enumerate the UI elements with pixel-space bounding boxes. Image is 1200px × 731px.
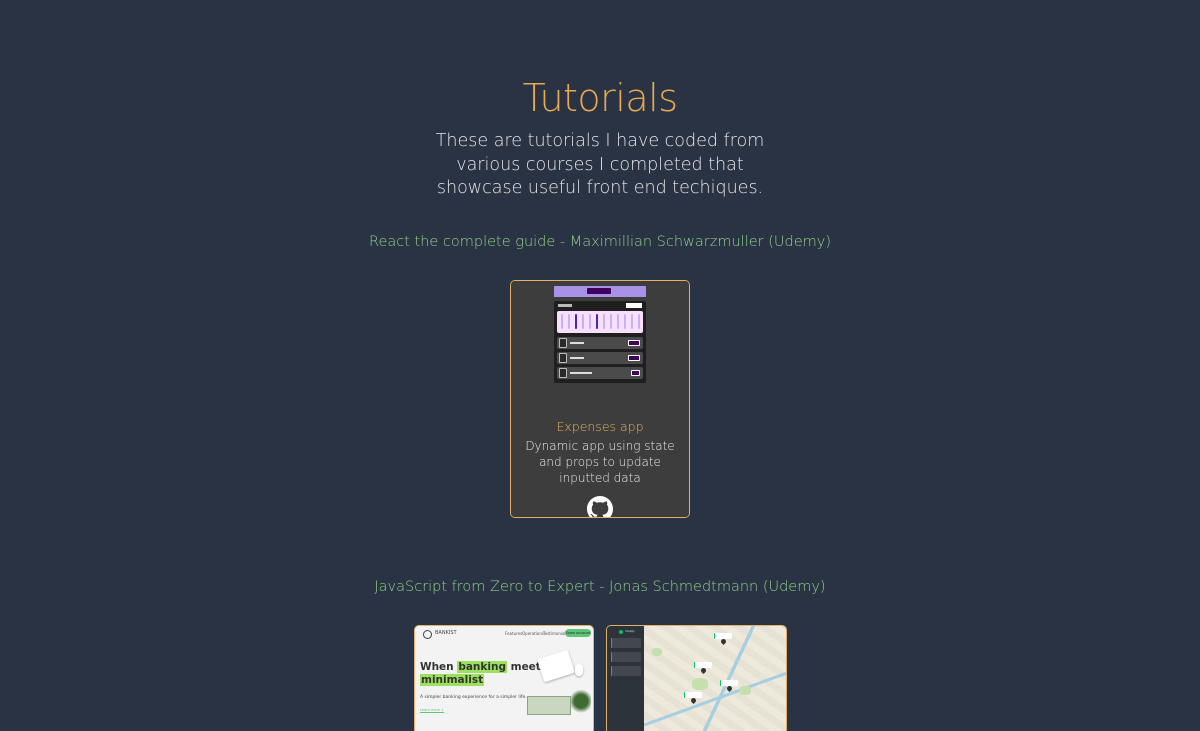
thumb-expense-amount (631, 370, 640, 376)
thumb-chart-bar (638, 314, 640, 329)
thumb-chart (557, 311, 643, 333)
bankist-nav-item: Operations (522, 631, 544, 636)
map-marker-icon (684, 692, 702, 698)
bankist-brand: BANKIST (435, 630, 457, 636)
bankist-mouse-image (575, 664, 583, 676)
thumb-expense-name (570, 357, 584, 359)
project-card-body: Expenses app Dynamic app using state and… (511, 411, 689, 518)
bankist-nav-item: Features (505, 631, 523, 636)
thumb-expense-name (570, 342, 584, 344)
page-intro: These are tutorials I have coded from va… (435, 131, 765, 198)
bankist-subtitle: A simpler banking experience for a simpl… (420, 695, 527, 700)
map-park (652, 648, 662, 656)
thumb-expense-amount (628, 340, 640, 346)
bankist-hero-text: When (420, 661, 454, 673)
mapty-brand: mapty (625, 629, 635, 633)
thumb-expense-date (559, 368, 567, 378)
map-marker-icon (720, 680, 738, 686)
thumb-chart-bar (582, 314, 584, 329)
bankist-hero-highlight: minimalist (420, 674, 485, 686)
thumb-chart-bar (603, 314, 605, 329)
project-card-mapty[interactable]: mapty (606, 625, 787, 731)
thumb-filter-label (558, 304, 572, 307)
course-heading-javascript: JavaScript from Zero to Expert - Jonas S… (374, 579, 826, 595)
bankist-nav-item: Testimonials (543, 631, 568, 636)
map-marker-icon (714, 633, 732, 639)
thumb-chart-bar (617, 314, 619, 329)
thumb-add-button (587, 288, 611, 294)
tutorials-page: Tutorials These are tutorials I have cod… (0, 0, 1200, 731)
bankist-card-image (537, 649, 575, 683)
thumb-header (554, 286, 646, 297)
project-thumbnail[interactable] (511, 281, 689, 411)
page-title: Tutorials (522, 76, 679, 120)
thumb-chart-bar (610, 314, 612, 329)
bankist-open-account-button: Open account (565, 629, 591, 637)
mapty-workout-item (611, 638, 641, 648)
project-card-bankist[interactable]: BANKIST Features Operations Testimonials… (414, 625, 594, 731)
thumb-chart-bar (575, 314, 577, 329)
thumb-expense-name (570, 372, 592, 374)
map-park (739, 686, 751, 695)
mapty-sidebar: mapty (607, 626, 644, 731)
bankist-hero-highlight: banking (457, 661, 507, 673)
thumb-chart-bar (561, 314, 563, 329)
thumb-chart-bar (568, 314, 570, 329)
project-title: Expenses app (556, 419, 644, 434)
project-card-expenses[interactable]: Expenses app Dynamic app using state and… (510, 280, 690, 518)
thumb-expenses-panel (554, 301, 646, 383)
thumb-expense-item (557, 352, 643, 364)
bankist-plant-image (571, 690, 591, 718)
mapty-map (644, 626, 786, 731)
project-description: Dynamic app using state and props to upd… (525, 439, 675, 485)
github-icon[interactable] (587, 496, 613, 518)
mapty-logo-icon (619, 630, 623, 634)
thumb-chart-bar (624, 314, 626, 329)
bankist-hero-heading: When banking meets minimalist (420, 661, 547, 687)
bankist-logo-icon (423, 630, 432, 639)
thumb-expense-date (559, 353, 567, 363)
bankist-learn-more-link: Learn more ↓ (420, 708, 445, 713)
thumb-expense-amount (628, 355, 640, 361)
thumb-chart-bar (589, 314, 591, 329)
course-heading-react: React the complete guide - Maximillian S… (369, 234, 831, 250)
mapty-workout-item (611, 666, 641, 676)
mapty-workout-item (611, 652, 641, 662)
bankist-bill-image (527, 696, 571, 715)
map-marker-icon (694, 662, 712, 668)
map-park (692, 678, 708, 690)
thumb-chart-bar (631, 314, 633, 329)
thumb-filter-select (626, 303, 642, 308)
thumb-expense-date (559, 338, 567, 348)
thumb-expense-item (557, 337, 643, 349)
thumb-expense-item (557, 367, 643, 379)
thumb-chart-bar (596, 314, 598, 329)
